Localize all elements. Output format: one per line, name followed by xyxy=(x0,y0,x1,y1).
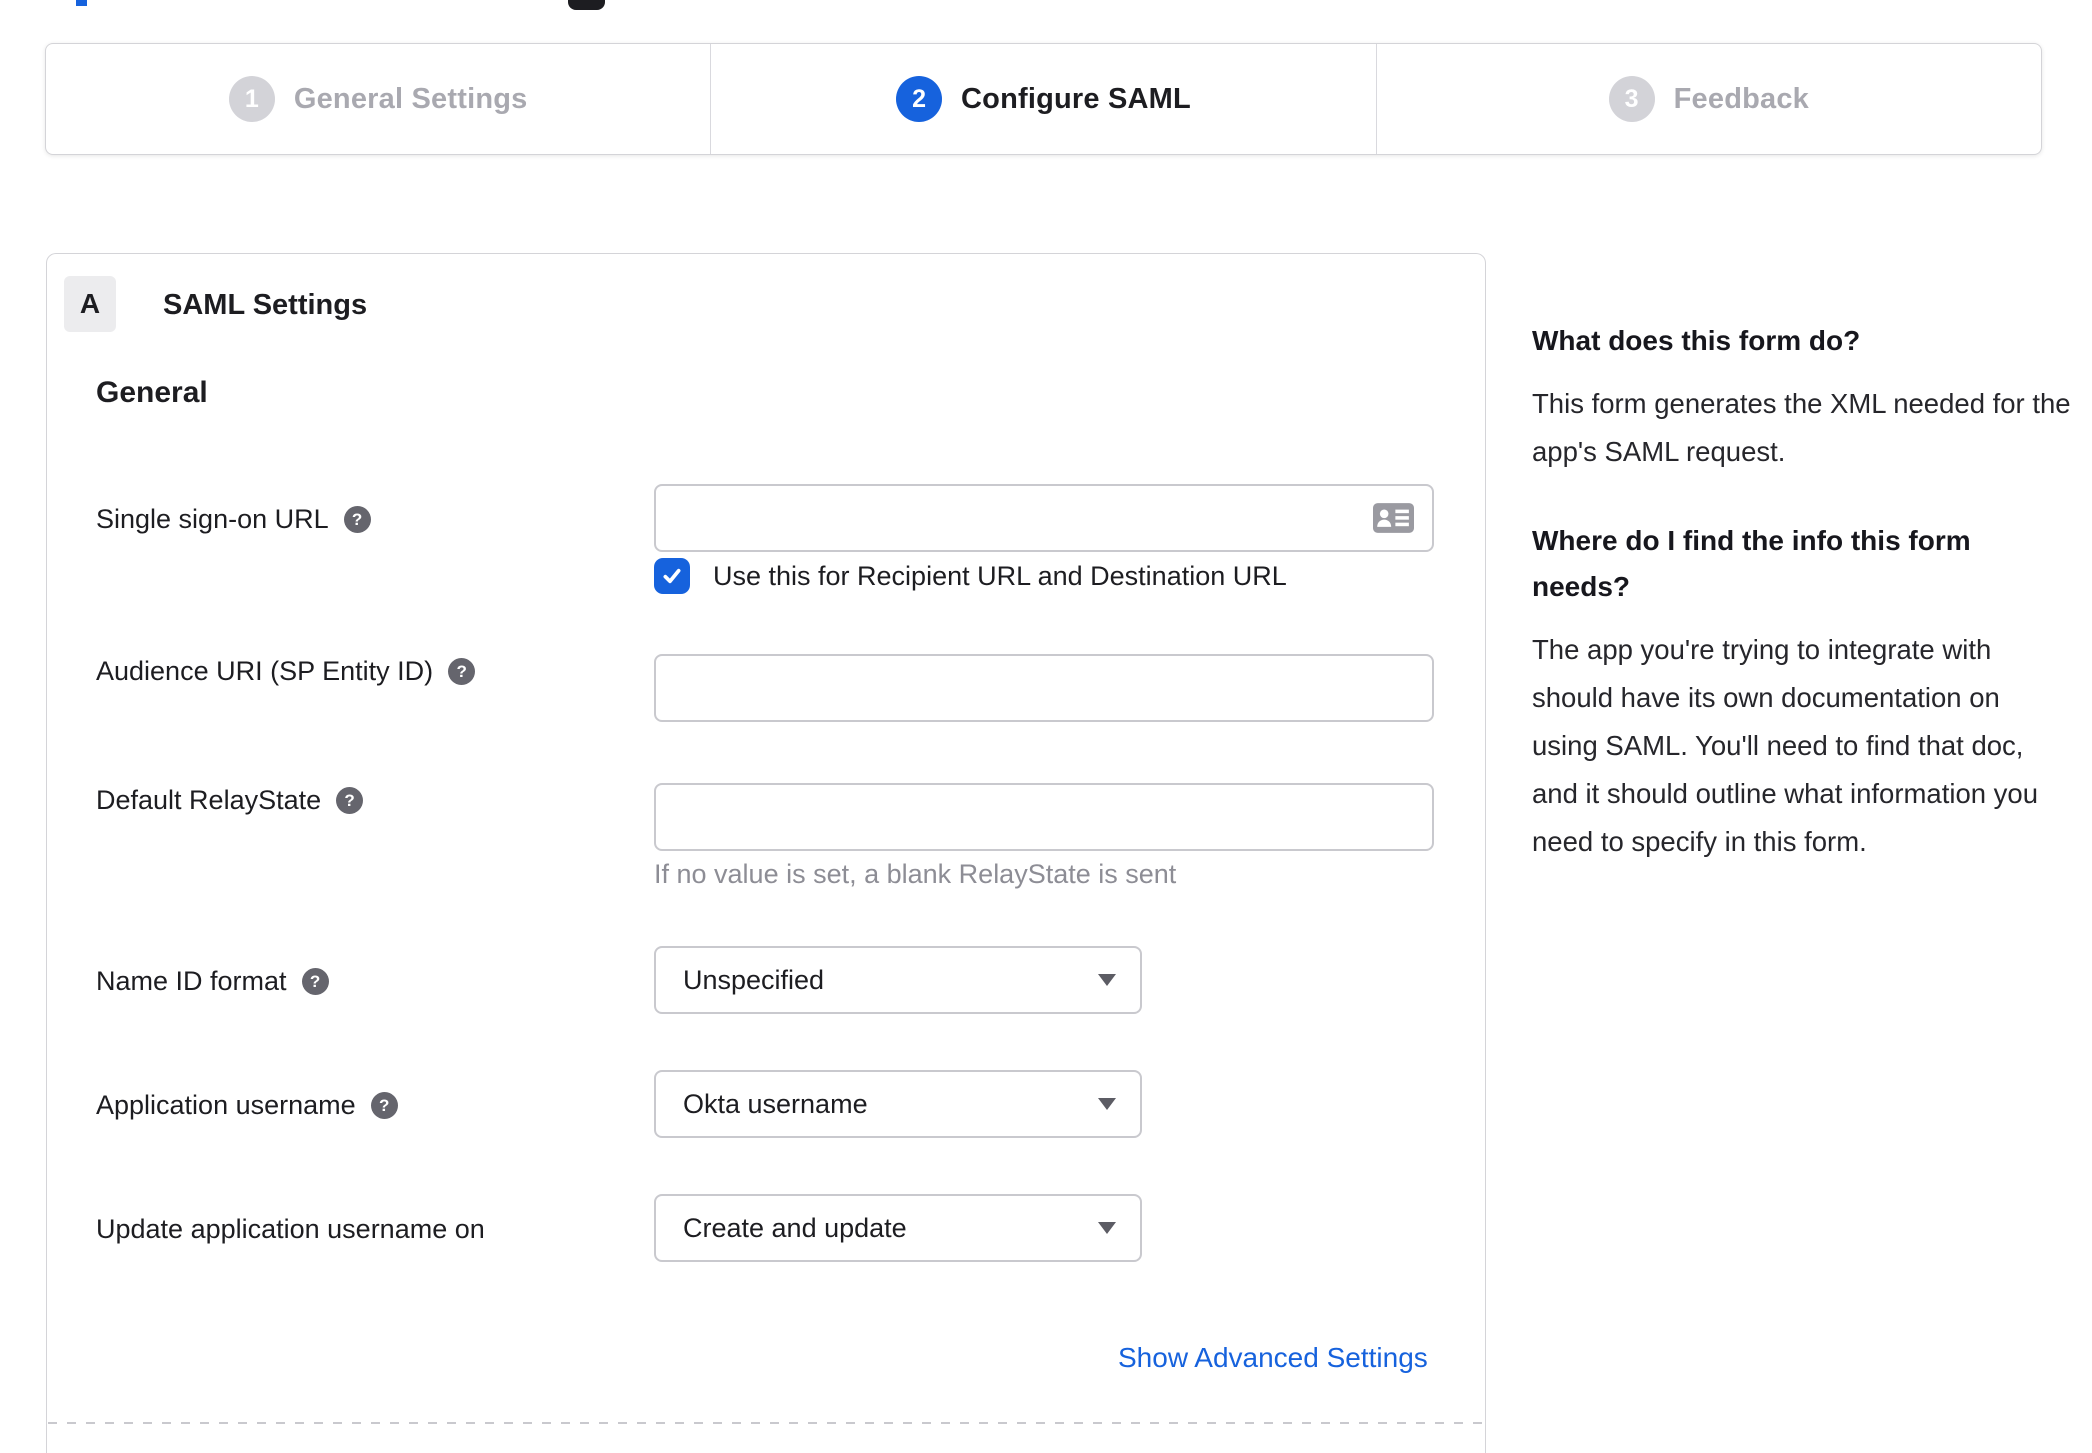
default-relaystate-input[interactable] xyxy=(654,783,1434,851)
step-general-settings[interactable]: 1 General Settings xyxy=(46,44,712,154)
wizard-stepper: 1 General Settings 2 Configure SAML 3 Fe… xyxy=(45,43,2042,155)
application-username-label: Application username ? xyxy=(96,1090,398,1121)
help-icon[interactable]: ? xyxy=(336,787,364,814)
step-1-number-badge: 1 xyxy=(228,76,275,122)
help-heading-what: What does this form do? xyxy=(1532,325,1861,356)
relaystate-hint: If no value is set, a blank RelayState i… xyxy=(654,859,1177,889)
step-configure-saml[interactable]: 2 Configure SAML xyxy=(711,44,1377,154)
single-sign-on-url-label: Single sign-on URL ? xyxy=(96,504,371,535)
chevron-down-icon xyxy=(1098,974,1116,986)
name-id-format-label: Name ID format ? xyxy=(96,966,329,997)
help-icon[interactable]: ? xyxy=(301,968,329,995)
checkbox-checked[interactable] xyxy=(654,558,690,594)
name-id-format-select[interactable]: Unspecified xyxy=(654,946,1142,1014)
audience-uri-label: Audience URI (SP Entity ID) ? xyxy=(96,656,476,687)
name-id-format-value: Unspecified xyxy=(683,964,825,995)
update-app-username-select[interactable]: Create and update xyxy=(654,1194,1142,1262)
application-username-label-text: Application username xyxy=(96,1090,356,1120)
saml-settings-card: A SAML Settings General Single sign-on U… xyxy=(46,253,1486,1453)
default-relaystate-label: Default RelayState ? xyxy=(96,785,364,816)
help-icon[interactable]: ? xyxy=(370,1092,398,1119)
update-app-username-label-text: Update application username on xyxy=(96,1214,485,1244)
help-icon[interactable]: ? xyxy=(343,506,371,533)
step-feedback[interactable]: 3 Feedback xyxy=(1377,44,2041,154)
step-2-label: Configure SAML xyxy=(961,82,1191,115)
help-panel: What does this form do? This form genera… xyxy=(1532,318,2072,908)
recipient-destination-checkbox-row: Use this for Recipient URL and Destinati… xyxy=(654,558,1287,594)
cropped-title-accent-fragment xyxy=(76,0,87,6)
single-sign-on-url-label-text: Single sign-on URL xyxy=(96,504,329,534)
chevron-down-icon xyxy=(1098,1222,1116,1234)
chevron-down-icon xyxy=(1098,1098,1116,1110)
help-heading-where: Where do I find the info this form needs… xyxy=(1532,525,1971,602)
contact-card-icon[interactable] xyxy=(1373,503,1414,533)
help-body-what: This form generates the XML needed for t… xyxy=(1532,388,2071,467)
step-3-number-badge: 3 xyxy=(1608,76,1655,122)
cropped-title-logo-fragment xyxy=(568,0,605,10)
step-1-label: General Settings xyxy=(293,82,528,115)
checkbox-label: Use this for Recipient URL and Destinati… xyxy=(713,560,1287,591)
configure-saml-page: { "stepper": { "steps": [ { "number": "1… xyxy=(0,0,2092,1453)
help-icon[interactable]: ? xyxy=(448,658,476,685)
section-title: SAML Settings xyxy=(163,289,368,321)
update-app-username-value: Create and update xyxy=(683,1212,907,1243)
update-app-username-label: Update application username on xyxy=(96,1214,485,1245)
step-3-label: Feedback xyxy=(1673,82,1810,115)
single-sign-on-url-input[interactable] xyxy=(654,484,1434,552)
section-a-badge: A xyxy=(64,276,116,332)
application-username-select[interactable]: Okta username xyxy=(654,1070,1142,1138)
default-relaystate-label-text: Default RelayState xyxy=(96,785,322,815)
single-sign-on-url-input-wrap xyxy=(654,484,1434,552)
audience-uri-input[interactable] xyxy=(654,654,1434,722)
show-advanced-settings-link[interactable]: Show Advanced Settings xyxy=(1118,1342,1428,1374)
section-dashed-divider xyxy=(48,1422,1485,1424)
application-username-value: Okta username xyxy=(683,1088,868,1119)
name-id-format-label-text: Name ID format xyxy=(96,966,287,996)
help-body-where: The app you're trying to integrate with … xyxy=(1532,634,2039,857)
step-2-number-badge: 2 xyxy=(896,76,943,122)
general-group-heading: General xyxy=(96,376,208,409)
checkmark-icon xyxy=(663,568,681,584)
audience-uri-label-text: Audience URI (SP Entity ID) xyxy=(96,656,434,686)
